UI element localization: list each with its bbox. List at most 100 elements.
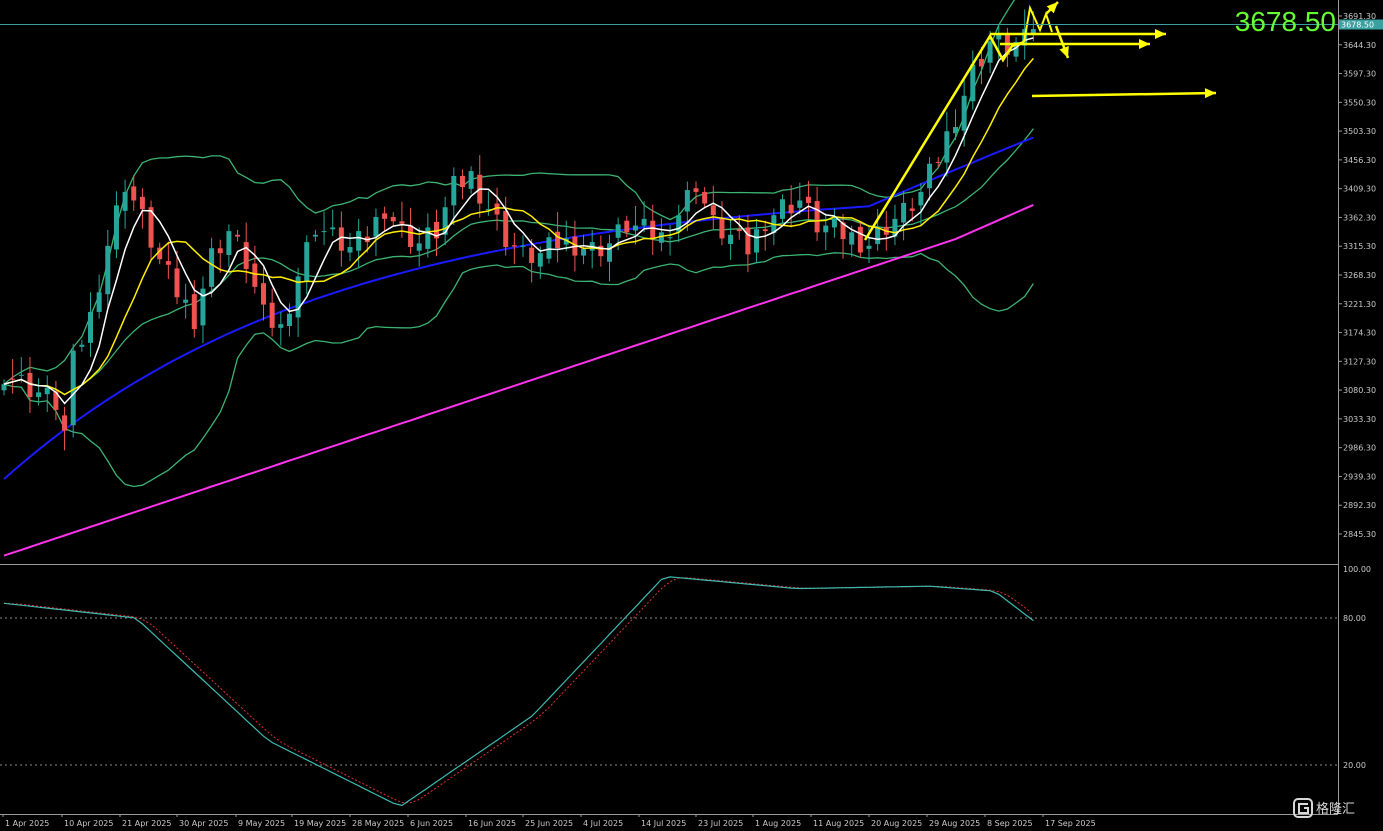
candle [62, 406, 68, 451]
price-tick-label: 3456.30 [1343, 156, 1376, 165]
candle-body [382, 213, 388, 219]
candle [139, 188, 145, 229]
candle-body [312, 234, 318, 237]
candle [702, 187, 708, 209]
candle-body [857, 226, 863, 253]
candle [892, 204, 898, 246]
candle [425, 213, 431, 258]
candle-body [252, 263, 258, 287]
date-tick-label: 16 Jun 2025 [468, 819, 516, 828]
date-tick-label: 19 May 2025 [294, 819, 346, 828]
candle-body [978, 59, 984, 67]
candle-body [823, 225, 829, 233]
annotation-arrowhead [1155, 29, 1166, 39]
date-tick-label: 10 Apr 2025 [64, 819, 113, 828]
candle [321, 211, 327, 246]
candle-body [797, 200, 803, 208]
candle-body [996, 34, 1002, 40]
candle-body [762, 229, 768, 232]
candle-body [347, 247, 353, 253]
candle-body [390, 217, 396, 222]
stoch-tick-label: 100.00 [1343, 565, 1371, 574]
price-tick-label: 3174.30 [1343, 329, 1376, 338]
candle-body [780, 199, 785, 219]
candle-body [667, 237, 673, 239]
candle [390, 212, 396, 227]
candle [399, 201, 405, 238]
candle-body [961, 95, 967, 131]
candle [278, 311, 284, 346]
candle-body [641, 218, 647, 226]
candle-body [122, 191, 128, 211]
candle [330, 209, 336, 236]
candle [693, 181, 699, 205]
candle-body [650, 220, 656, 240]
candle [312, 229, 318, 242]
candle [79, 339, 85, 352]
candle [607, 234, 612, 282]
candle-body [79, 344, 85, 347]
candle-body [693, 188, 699, 192]
stochastic-pane [0, 576, 1338, 807]
candle-body [165, 261, 171, 265]
candle-body [131, 186, 137, 201]
candle-body [849, 232, 855, 245]
candle-body [235, 234, 241, 237]
candle [563, 220, 569, 252]
date-tick-label: 28 May 2025 [352, 819, 404, 828]
candle [442, 196, 448, 246]
candle-body [831, 218, 837, 228]
candle-body [719, 218, 725, 239]
price-tick-label: 2986.30 [1343, 444, 1376, 453]
candle [304, 235, 310, 295]
candle-body [918, 191, 924, 206]
price-tick-label: 2939.30 [1343, 472, 1376, 481]
candle [658, 218, 664, 252]
candle-body [875, 226, 881, 244]
candle-body [399, 221, 405, 224]
candle-body [330, 227, 336, 230]
stoch-main-line [3, 576, 1034, 807]
candle [953, 109, 958, 140]
candle [105, 229, 111, 311]
candle [122, 179, 128, 229]
date-tick-label: 1 Aug 2025 [755, 819, 801, 828]
candle-body [615, 224, 621, 238]
candle [805, 180, 811, 219]
stoch-tick-label: 80.00 [1343, 614, 1366, 623]
candle [373, 208, 379, 257]
candle-body [537, 253, 543, 267]
price-tick-label: 3268.30 [1343, 271, 1376, 280]
candle-body [702, 191, 708, 204]
candle [944, 111, 950, 177]
candle-body [70, 350, 76, 426]
annotation-arrow-down [1054, 25, 1070, 59]
candle-body [581, 248, 587, 256]
candle-body [754, 229, 760, 253]
candle-body [866, 245, 872, 249]
price-chart: 3691.303644.303597.303550.303503.303456.… [0, 0, 1383, 828]
candle-body [278, 324, 284, 328]
candle-body [607, 243, 612, 262]
candle-body [805, 196, 811, 203]
candle [485, 191, 491, 216]
candle-body [814, 201, 820, 233]
candle-body [304, 242, 310, 282]
candle [823, 213, 829, 251]
candle-body [139, 196, 145, 210]
stoch-signal-line [3, 577, 1034, 804]
candle [1, 379, 7, 396]
price-tick-label: 3503.30 [1343, 127, 1376, 136]
candle-body [909, 208, 915, 211]
candle-body [62, 415, 68, 431]
candle-body [970, 64, 976, 102]
price-tick-label: 3597.30 [1343, 70, 1376, 79]
date-tick-label: 25 Jun 2025 [525, 819, 573, 828]
price-tick-label: 3362.30 [1343, 213, 1376, 222]
candle [459, 169, 465, 200]
price-tick-label: 3550.30 [1343, 98, 1376, 107]
candle [347, 232, 353, 262]
annotation-arrowhead [1204, 88, 1216, 99]
candle-body [736, 229, 742, 232]
candle [581, 234, 587, 265]
